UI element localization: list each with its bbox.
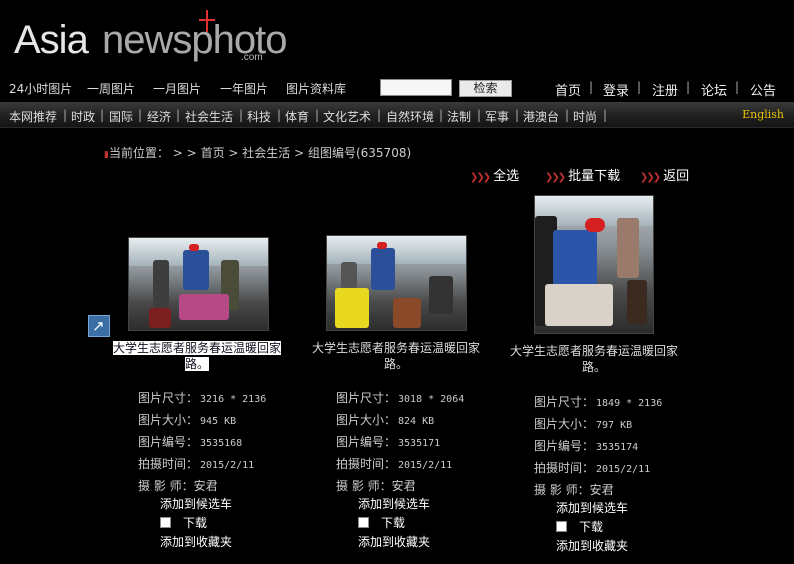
category-environment[interactable]: 自然环境: [386, 108, 434, 125]
photo-2-filesize: 824 KB: [398, 416, 435, 427]
nav-year-photos[interactable]: 一年图片: [220, 80, 268, 97]
photo-meta-3: 图片尺寸： 1849 * 2136 图片大小： 797 KB 图片编号： 353517…: [534, 395, 663, 497]
site-logo[interactable]: Asia newsphoto .com: [14, 10, 287, 72]
category-recommended[interactable]: 本网推荐: [9, 108, 57, 125]
nav-separator: |: [637, 80, 642, 94]
photo-1-filesize: 945 KB: [200, 416, 237, 427]
select-all-label: 全选: [493, 169, 520, 184]
search-input[interactable]: [380, 79, 452, 96]
breadcrumb-group-id: 组图编号(635708): [307, 146, 412, 160]
breadcrumb-social-life[interactable]: 社会生活: [242, 146, 290, 160]
batch-download-label: 批量下载: [568, 169, 621, 184]
logo-text-com: .com: [241, 52, 263, 63]
nav-photo-archive[interactable]: 图片资料库: [286, 80, 346, 97]
photo-2-photographer: 安君: [391, 479, 416, 493]
download-label-2: 下载: [381, 516, 406, 530]
photo-2-time: 2015/2/11: [398, 460, 453, 471]
photo-thumbnail-3[interactable]: [534, 195, 654, 334]
download-label-1: 下载: [183, 516, 208, 530]
category-law[interactable]: 法制: [447, 108, 471, 125]
photo-3-size: 1849 * 2136: [596, 398, 663, 409]
photo-2-id: 3535171: [398, 438, 441, 449]
add-to-favorites-link-2[interactable]: 添加到收藏夹: [358, 533, 430, 552]
photo-meta-1: 图片尺寸： 3216 * 2136 图片大小： 945 KB 图片编号： 353516…: [138, 391, 267, 493]
add-to-favorites-link-1[interactable]: 添加到收藏夹: [160, 533, 232, 552]
batch-download-button[interactable]: ❯❯❯ 批量下载: [545, 165, 620, 184]
triple-arrow-icon: ❯❯❯: [545, 172, 566, 183]
category-military[interactable]: 军事: [485, 108, 509, 125]
photo-3-filesize: 797 KB: [596, 420, 633, 431]
back-button[interactable]: ❯❯❯ 返回: [640, 165, 689, 184]
english-link[interactable]: English: [742, 108, 784, 121]
add-to-cart-link-1[interactable]: 添加到候选车: [160, 495, 232, 514]
photo-meta-2: 图片尺寸： 3018 * 2064 图片大小： 824 KB 图片编号： 353517…: [336, 391, 465, 493]
breadcrumb-home[interactable]: 首页: [201, 146, 225, 160]
breadcrumb: ▮当前位置： > > 首页 > 社会生活 > 组图编号(635708): [104, 146, 412, 160]
photo-options-1: 添加到候选车 下载 添加到收藏夹: [160, 495, 232, 552]
photo-3-id: 3535174: [596, 442, 639, 453]
photo-3-time: 2015/2/11: [596, 464, 651, 475]
nav-login[interactable]: 登录: [603, 80, 629, 99]
category-fashion[interactable]: 时尚: [573, 108, 597, 125]
photo-caption-1[interactable]: 大学生志愿者服务春运温暖回家路。: [102, 340, 292, 372]
photo-thumbnail-1[interactable]: [128, 237, 269, 331]
photo-1-size: 3216 * 2136: [200, 394, 267, 405]
photo-1-photographer: 安君: [193, 479, 218, 493]
download-checkbox-2[interactable]: [358, 517, 369, 528]
nav-forum[interactable]: 论坛: [701, 80, 727, 99]
photo-2-size: 3018 * 2064: [398, 394, 465, 405]
nav-separator: |: [589, 80, 594, 94]
back-label: 返回: [663, 169, 690, 184]
search-button[interactable]: 检索: [459, 80, 512, 97]
photo-1-id: 3535168: [200, 438, 243, 449]
photo-1-time: 2015/2/11: [200, 460, 255, 471]
category-politics[interactable]: 时政: [71, 108, 95, 125]
download-checkbox-1[interactable]: [160, 517, 171, 528]
logo-text-asia: Asia: [14, 18, 89, 62]
triple-arrow-icon: ❯❯❯: [640, 172, 661, 183]
add-to-favorites-link-3[interactable]: 添加到收藏夹: [556, 537, 628, 556]
category-bar: 本网推荐 | 时政 | 国际 | 经济 | 社会生活 | 科技 | 体育 | 文…: [0, 102, 794, 128]
photo-thumbnail-2[interactable]: [326, 235, 467, 331]
category-technology[interactable]: 科技: [247, 108, 271, 125]
logo-cross-icon: [197, 10, 217, 32]
photo-caption-1-text: 大学生志愿者服务春运温暖回家路。: [112, 341, 281, 371]
photo-3-photographer: 安君: [589, 483, 614, 497]
category-international[interactable]: 国际: [109, 108, 133, 125]
nav-separator: |: [735, 80, 740, 94]
category-culture-art[interactable]: 文化艺术: [323, 108, 371, 125]
triple-arrow-icon: ❯❯❯: [470, 172, 491, 183]
select-all-button[interactable]: ❯❯❯ 全选: [470, 165, 519, 184]
expand-arrow-icon[interactable]: [88, 315, 110, 337]
category-economy[interactable]: 经济: [147, 108, 171, 125]
category-social-life[interactable]: 社会生活: [185, 108, 233, 125]
add-to-cart-link-2[interactable]: 添加到候选车: [358, 495, 430, 514]
nav-separator: |: [686, 80, 691, 94]
download-checkbox-3[interactable]: [556, 521, 567, 532]
nav-month-photos[interactable]: 一月图片: [153, 80, 201, 97]
category-hk-macau-taiwan[interactable]: 港澳台: [523, 108, 559, 125]
photo-caption-2[interactable]: 大学生志愿者服务春运温暖回家路。: [301, 340, 491, 372]
nav-home[interactable]: 首页: [555, 80, 581, 99]
nav-week-photos[interactable]: 一周图片: [87, 80, 135, 97]
photo-options-2: 添加到候选车 下载 添加到收藏夹: [358, 495, 430, 552]
nav-register[interactable]: 注册: [652, 80, 678, 99]
breadcrumb-separator: > >: [172, 146, 197, 160]
photo-caption-3[interactable]: 大学生志愿者服务春运温暖回家路。: [499, 343, 689, 375]
add-to-cart-link-3[interactable]: 添加到候选车: [556, 499, 628, 518]
nav-announcement[interactable]: 公告: [750, 80, 776, 99]
category-sports[interactable]: 体育: [285, 108, 309, 125]
download-label-3: 下载: [579, 520, 604, 534]
photo-options-3: 添加到候选车 下载 添加到收藏夹: [556, 499, 628, 556]
nav-24h-photos[interactable]: 24小时图片: [9, 80, 72, 97]
breadcrumb-label: 当前位置：: [108, 146, 169, 160]
